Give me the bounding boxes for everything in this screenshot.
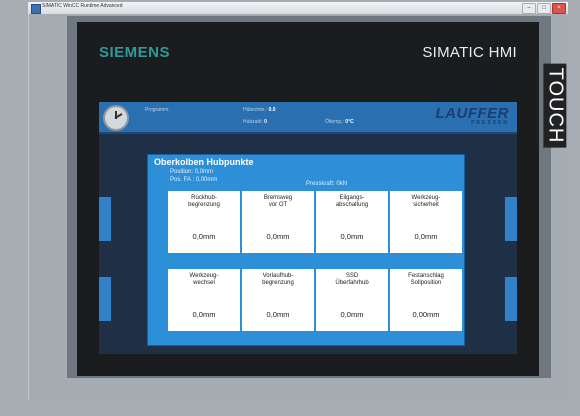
- advance-stroke-limit-field[interactable]: Vorlaufhub- begrenzung 0,0mm: [242, 269, 314, 331]
- simatic-hmi-label: SIMATIC HMI: [422, 44, 517, 61]
- stroke-count: Hubzahl: 0: [243, 119, 267, 125]
- status-header: Programm: Hübe/min.: 0.0 Hubzahl: 0 Ölte…: [99, 102, 517, 134]
- field-value: 0,0mm: [266, 310, 290, 319]
- field-label: Festanschlag Sollposition: [408, 273, 444, 286]
- ssd-overtravel-field[interactable]: SSD Überfahrhub 0,0mm: [316, 269, 388, 331]
- fixed-stop-target-field[interactable]: Festanschlag Sollposition 0,00mm: [390, 269, 462, 331]
- field-value: 0,0mm: [192, 232, 216, 241]
- rapid-traverse-cutoff-field[interactable]: Eilgangs- abschaltung 0,0mm: [316, 191, 388, 253]
- field-label: Rückhub- begrenzung: [188, 195, 220, 208]
- field-label: Vorlaufhub- begrenzung: [262, 273, 294, 286]
- hmi-panel: SIEMENS SIMATIC HMI Programm: Hübe/min.:…: [77, 22, 567, 376]
- runtime-frame: SIEMENS SIMATIC HMI Programm: Hübe/min.:…: [28, 14, 569, 400]
- tool-safety-field[interactable]: Werkzeug- sicherheit 0,0mm: [390, 191, 462, 253]
- press-force-label: Presskraft:: [306, 181, 335, 187]
- stroke-count-value: 0: [264, 119, 267, 125]
- bottom-bezel: [67, 378, 551, 400]
- right-side-key-1[interactable]: [505, 197, 517, 241]
- stroke-points-row-2: Werkzeug- wechsel 0,0mm Vorlaufhub- begr…: [168, 269, 462, 331]
- field-value: 0,0mm: [192, 310, 216, 319]
- clock-icon[interactable]: [103, 105, 129, 131]
- oil-temperature-value: 0°C: [345, 119, 354, 125]
- press-force-value: 0kN: [336, 181, 348, 187]
- pos-fa-value: 0,00mm: [195, 177, 218, 183]
- tool-change-field[interactable]: Werkzeug- wechsel 0,0mm: [168, 269, 240, 331]
- maximize-button[interactable]: □: [537, 3, 551, 14]
- minimize-button[interactable]: –: [522, 3, 536, 14]
- position-label: Position:: [170, 169, 194, 175]
- position-readout: Position: 0,0mm: [170, 169, 213, 175]
- siemens-logo: SIEMENS: [99, 44, 171, 61]
- press-force-readout: Presskraft: 0kN: [306, 181, 347, 187]
- dialog-title: Oberkolben Hubpunkte: [154, 157, 254, 167]
- field-label: Eilgangs- abschaltung: [335, 195, 369, 208]
- stroke-count-label: Hubzahl:: [243, 119, 263, 125]
- program-label: Programm:: [145, 107, 170, 113]
- field-label: Werkzeug- wechsel: [189, 273, 219, 286]
- field-label: SSD Überfahrhub: [335, 273, 369, 286]
- field-value: 0,0mm: [266, 232, 290, 241]
- field-label: Werkzeug- sicherheit: [411, 195, 441, 208]
- strokes-per-min-value: 0.0: [268, 107, 276, 113]
- return-stroke-limit-field[interactable]: Rückhub- begrenzung 0,0mm: [168, 191, 240, 253]
- hmi-screen: Programm: Hübe/min.: 0.0 Hubzahl: 0 Ölte…: [99, 102, 517, 354]
- oil-temperature: Öltemp.: 0°C: [325, 119, 354, 125]
- stroke-points-row-1: Rückhub- begrenzung 0,0mm Bremsweg vor O…: [168, 191, 462, 253]
- close-button[interactable]: ×: [552, 3, 566, 14]
- field-value: 0,0mm: [340, 232, 364, 241]
- pos-fa-label: Pos. FA :: [170, 177, 195, 183]
- field-value: 0,0mm: [340, 310, 364, 319]
- strokes-per-min: Hübe/min.: 0.0: [243, 107, 276, 113]
- touch-label: TOUCH: [543, 63, 567, 148]
- position-value: 0,0mm: [194, 169, 214, 175]
- left-side-key-2[interactable]: [99, 277, 111, 321]
- braking-distance-field[interactable]: Bremsweg vor OT 0,0mm: [242, 191, 314, 253]
- strokes-per-min-label: Hübe/min.:: [243, 107, 268, 113]
- left-side-key-1[interactable]: [99, 197, 111, 241]
- field-label: Bremsweg vor OT: [263, 195, 293, 208]
- window-controls: – □ ×: [522, 3, 566, 14]
- window-title: SIMATIC WinCC Runtime Advanced: [42, 3, 123, 9]
- field-value: 0,0mm: [414, 232, 438, 241]
- app-icon: [31, 4, 41, 14]
- lauffer-logo-subtitle: PRESSEN: [471, 120, 509, 126]
- right-side-key-2[interactable]: [505, 277, 517, 321]
- field-value: 0,00mm: [412, 310, 440, 319]
- pos-fa-readout: Pos. FA : 0,00mm: [170, 177, 217, 183]
- stroke-points-dialog: Oberkolben Hubpunkte Position: 0,0mm Pos…: [147, 154, 465, 346]
- oil-temperature-label: Öltemp.:: [325, 119, 344, 125]
